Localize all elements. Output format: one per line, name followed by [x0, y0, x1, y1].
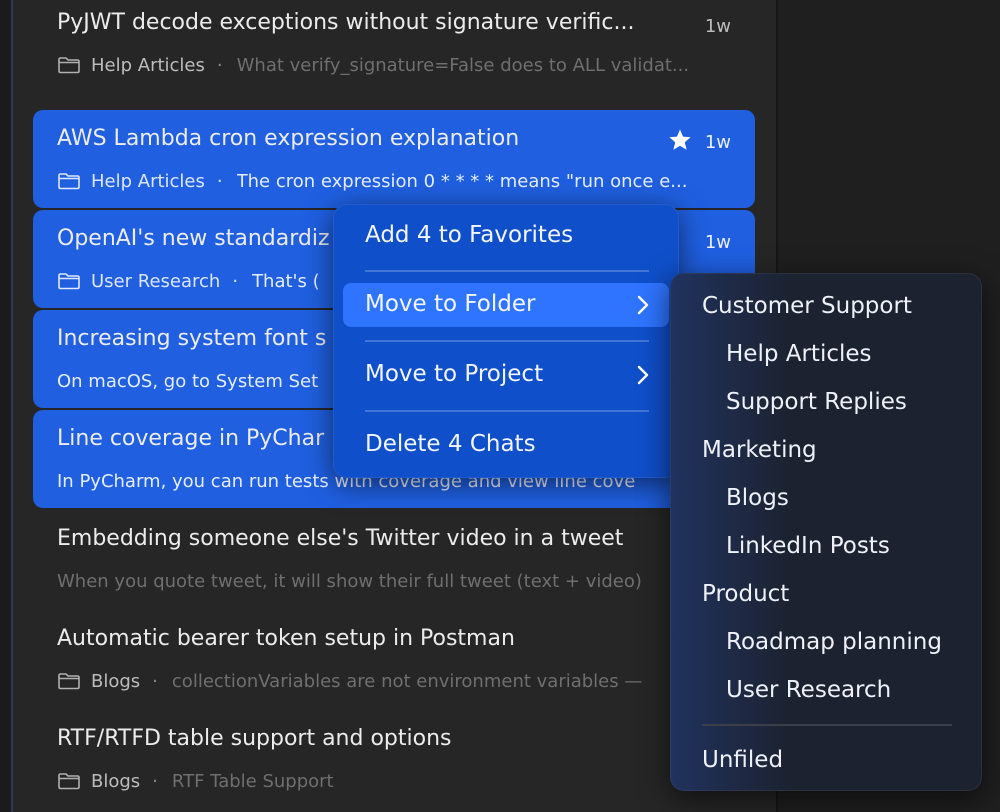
chat-row[interactable]: Automatic bearer token setup in Postman …	[33, 610, 755, 708]
chat-title: Increasing system font s	[57, 326, 327, 351]
folder-group-product[interactable]: Product	[702, 581, 789, 607]
menu-separator	[365, 270, 649, 272]
chat-folder-name: Blogs	[91, 770, 141, 792]
folder-group-marketing[interactable]: Marketing	[702, 437, 817, 463]
chat-title: PyJWT decode exceptions without signatur…	[57, 10, 635, 35]
menu-item-label: Add 4 to Favorites	[365, 222, 574, 248]
chat-folder-name: Help Articles	[91, 170, 205, 192]
meta-separator: ·	[232, 270, 239, 292]
meta-separator: ·	[216, 170, 223, 192]
folder-icon	[57, 671, 81, 691]
folder-item-help-articles[interactable]: Help Articles	[726, 341, 872, 367]
star-icon[interactable]	[667, 128, 693, 154]
chat-preview: When you quote tweet, it will show their…	[57, 570, 642, 592]
chat-preview: collectionVariables are not environment …	[171, 670, 643, 692]
folder-item-support-replies[interactable]: Support Replies	[726, 389, 907, 415]
chat-time: 1w	[704, 232, 731, 253]
chat-preview: That's (	[252, 270, 320, 292]
chevron-right-icon	[635, 364, 651, 386]
folder-item-linkedin-posts[interactable]: LinkedIn Posts	[726, 533, 890, 559]
chat-time: 1w	[704, 132, 731, 153]
context-menu: Add 4 to Favorites Move to Folder Move t…	[333, 204, 679, 478]
chevron-right-icon	[635, 294, 651, 316]
chat-meta: On macOS, go to System Set	[57, 368, 337, 394]
chat-title: OpenAI's new standardiz	[57, 226, 330, 251]
menu-separator	[365, 410, 649, 412]
menu-item-add-to-favorites[interactable]: Add 4 to Favorites	[343, 214, 669, 258]
chat-time: 1w	[704, 16, 731, 37]
folder-item-unfiled[interactable]: Unfiled	[702, 747, 783, 773]
folder-group-customer-support[interactable]: Customer Support	[702, 293, 912, 319]
chat-title: AWS Lambda cron expression explanation	[57, 126, 520, 151]
chat-meta: Blogs · RTF Table Support	[57, 768, 572, 794]
chat-row[interactable]: Embedding someone else's Twitter video i…	[33, 510, 755, 608]
chat-preview: The cron expression 0 * * * * means "run…	[236, 170, 688, 192]
folder-icon	[57, 171, 81, 191]
chat-title: RTF/RTFD table support and options	[57, 726, 452, 751]
chat-row[interactable]: AWS Lambda cron expression explanation 1…	[33, 110, 755, 208]
chat-title: Automatic bearer token setup in Postman	[57, 626, 515, 651]
chat-meta: Help Articles · What verify_signature=Fa…	[57, 52, 717, 78]
chat-title: Line coverage in PyChar	[57, 426, 325, 451]
menu-item-move-to-project[interactable]: Move to Project	[343, 353, 669, 397]
menu-item-label: Move to Folder	[365, 291, 536, 317]
chat-meta: When you quote tweet, it will show their…	[57, 568, 677, 594]
meta-separator: ·	[152, 770, 158, 792]
meta-separator: ·	[152, 670, 158, 692]
folder-item-user-research[interactable]: User Research	[726, 677, 891, 703]
chat-folder-name: Blogs	[91, 670, 141, 692]
chat-preview: On macOS, go to System Set	[57, 370, 319, 392]
menu-item-label: Move to Project	[365, 361, 544, 387]
chat-meta: Blogs · collectionVariables are not envi…	[57, 668, 672, 694]
chat-title: Embedding someone else's Twitter video i…	[57, 526, 624, 551]
chat-row[interactable]: RTF/RTFD table support and options Blogs…	[33, 710, 755, 808]
chat-folder-name: User Research	[91, 270, 221, 292]
menu-item-delete-chats[interactable]: Delete 4 Chats	[343, 423, 669, 467]
menu-item-move-to-folder[interactable]: Move to Folder	[343, 283, 669, 327]
chat-preview: What verify_signature=False does to ALL …	[236, 54, 690, 76]
folder-icon	[57, 771, 81, 791]
chat-meta: User Research · That's (	[57, 268, 332, 294]
folder-icon	[57, 271, 81, 291]
chat-row[interactable]: PyJWT decode exceptions without signatur…	[33, 0, 755, 92]
submenu-separator	[702, 724, 952, 726]
chat-folder-name: Help Articles	[91, 54, 205, 76]
menu-item-label: Delete 4 Chats	[365, 431, 536, 457]
chat-preview: RTF Table Support	[171, 770, 334, 792]
folder-item-roadmap-planning[interactable]: Roadmap planning	[726, 629, 942, 655]
folder-icon	[57, 55, 81, 75]
chat-meta: Help Articles · The cron expression 0 * …	[57, 168, 727, 194]
folder-submenu: Customer Support Help Articles Support R…	[670, 273, 982, 791]
folder-item-blogs[interactable]: Blogs	[726, 485, 789, 511]
menu-separator	[365, 340, 649, 342]
meta-separator: ·	[216, 54, 223, 76]
